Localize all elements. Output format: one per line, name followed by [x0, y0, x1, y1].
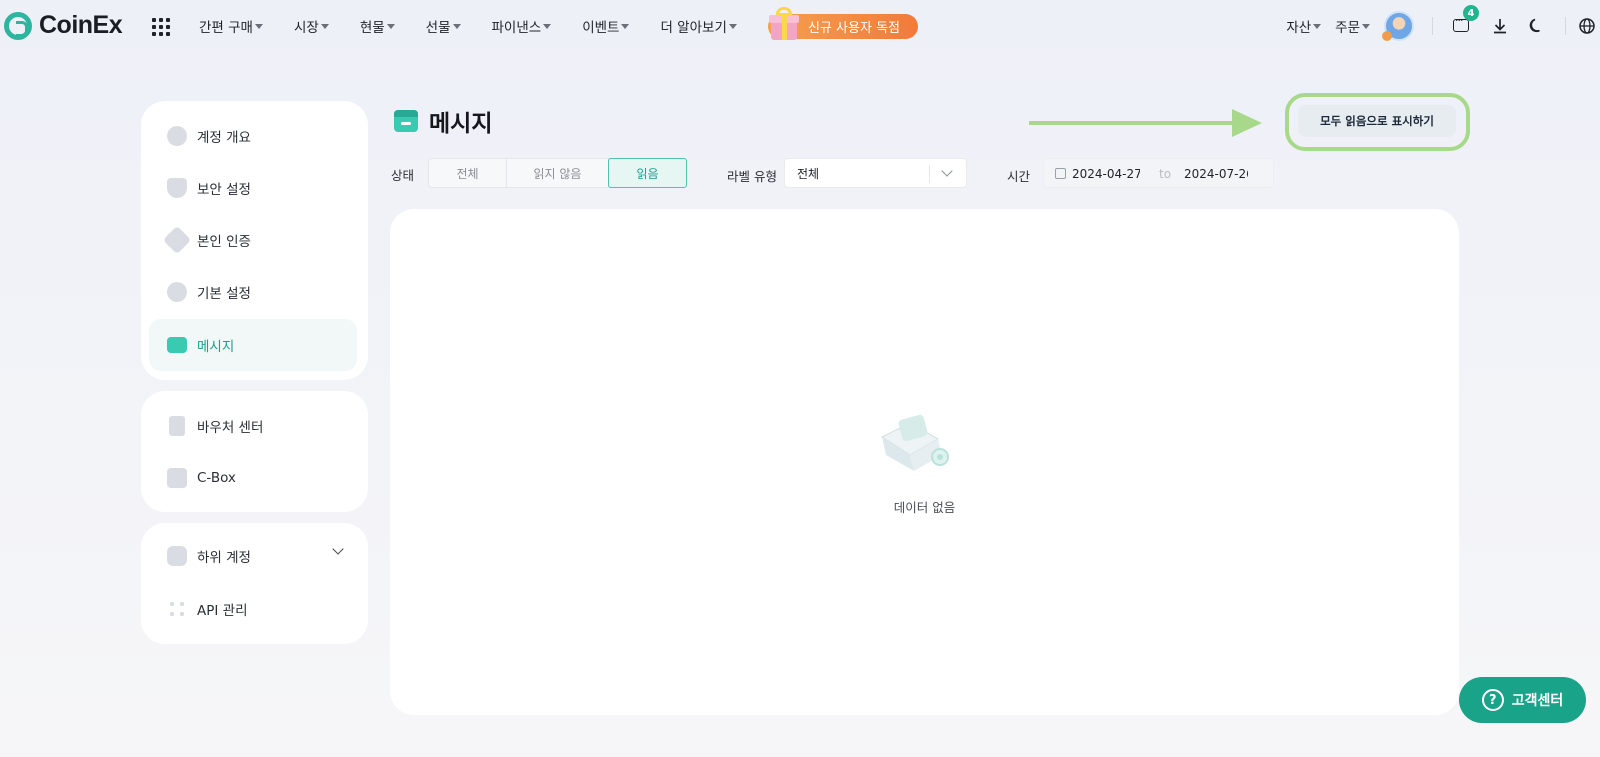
divider — [929, 165, 930, 183]
voucher-icon — [169, 416, 185, 436]
caret-down-icon — [543, 23, 552, 29]
nav-events[interactable]: 이벤트 — [582, 16, 630, 36]
calendar-icon — [1055, 168, 1066, 179]
divider — [1432, 17, 1433, 35]
pie-chart-icon — [167, 126, 187, 146]
sidebar-item-voucher-center[interactable]: 바우처 센터 — [167, 416, 263, 436]
page-title: 메시지 — [429, 111, 493, 137]
apps-grid-icon[interactable] — [152, 18, 170, 36]
customer-support-button[interactable]: ? 고객센터 — [1459, 677, 1586, 723]
download-button[interactable] — [1491, 17, 1509, 35]
empty-state-illustration — [880, 414, 949, 471]
language-button[interactable] — [1578, 17, 1596, 35]
empty-state-text: 데이터 없음 — [893, 500, 956, 515]
caret-down-icon — [728, 23, 737, 29]
date-from-input[interactable]: 2024-04-27 — [1072, 167, 1140, 181]
status-filter-label: 상태 — [391, 168, 415, 183]
sidebar-item-security[interactable]: 보안 설정 — [167, 178, 251, 198]
label-type-label: 라벨 유형 — [727, 169, 777, 184]
nav-spot[interactable]: 현물 — [360, 16, 395, 36]
annotation-arrow-head — [1232, 109, 1262, 137]
chevron-down-icon[interactable] — [332, 543, 344, 555]
sidebar-item-messages[interactable]: 메시지 — [149, 319, 357, 371]
status-tab-unread[interactable]: 읽지 않음 — [507, 159, 609, 187]
sidebar-item-account-overview[interactable]: 계정 개요 — [167, 126, 251, 146]
mark-all-read-button[interactable]: 모두 읽음으로 표시하기 — [1298, 105, 1456, 137]
caret-down-icon — [1362, 23, 1370, 29]
sidebar-account-group: 계정 개요 보안 설정 본인 인증 기본 설정 메시지 — [141, 101, 368, 380]
chat-icon — [1453, 14, 1469, 32]
help-icon: ? — [1481, 689, 1504, 711]
messages-button[interactable]: 4 — [1453, 5, 1479, 35]
date-to-input[interactable]: 2024-07-26 — [1184, 167, 1248, 181]
nav-futures[interactable]: 선물 — [426, 16, 461, 36]
date-range-separator: to — [1159, 167, 1172, 181]
caret-down-icon — [621, 23, 630, 29]
date-range-picker[interactable]: 2024-04-27 to 2024-07-26 — [1043, 158, 1274, 188]
message-icon — [167, 337, 187, 353]
download-icon — [1494, 19, 1506, 34]
divider — [1565, 17, 1566, 35]
nav-quick-buy[interactable]: 간편 구매 — [199, 16, 263, 36]
header-right: 자산 주문 4 — [1286, 0, 1600, 52]
sidebar-developer-group: 하위 계정 API 관리 — [141, 523, 368, 644]
sidebar-item-preferences[interactable]: 기본 설정 — [167, 282, 251, 302]
caret-down-icon — [320, 23, 329, 29]
nav-markets[interactable]: 시장 — [294, 16, 329, 36]
id-icon — [162, 225, 192, 255]
caret-down-icon — [1313, 23, 1322, 29]
caret-down-icon — [254, 23, 263, 29]
status-tab-all[interactable]: 전체 — [429, 159, 507, 187]
time-filter-label: 시간 — [1007, 169, 1031, 184]
coinex-logo-icon — [4, 11, 32, 40]
theme-toggle-button[interactable] — [1527, 17, 1545, 35]
nav-finance[interactable]: 파이낸스 — [492, 16, 552, 36]
chevron-down-icon — [941, 165, 953, 177]
assets-menu[interactable]: 자산 — [1286, 16, 1322, 36]
notification-badge: 4 — [1463, 5, 1479, 21]
gift-icon — [768, 6, 800, 40]
nav-learn-more[interactable]: 더 알아보기 — [660, 16, 737, 36]
api-icon — [167, 599, 187, 619]
sidebar-rewards-group: 바우처 센터 C-Box — [141, 391, 368, 512]
sidebar-item-cbox[interactable]: C-Box — [167, 468, 236, 488]
orders-menu[interactable]: 주문 — [1335, 16, 1370, 36]
sidebar-item-subaccounts[interactable]: 하위 계정 — [167, 546, 251, 566]
moon-icon — [1529, 18, 1540, 33]
globe-icon — [1579, 18, 1595, 34]
annotation-arrow-line — [1029, 121, 1234, 125]
label-type-select[interactable]: 전체 — [784, 158, 967, 188]
brand-name: CoinEx — [39, 11, 123, 39]
message-icon — [394, 110, 418, 132]
status-segmented-control: 전체 읽지 않음 읽음 — [428, 158, 687, 188]
box-icon — [167, 468, 187, 488]
sidebar-item-identity[interactable]: 본인 인증 — [162, 225, 251, 255]
subaccount-icon — [167, 546, 187, 566]
page-header: 메시지 — [394, 104, 492, 138]
shield-icon — [167, 178, 187, 198]
label-type-value: 전체 — [797, 166, 820, 181]
message-list-panel: 데이터 없음 — [390, 209, 1459, 715]
top-navbar: CoinEx 간편 구매 시장 현물 선물 파이낸스 이벤트 더 알아보기 신규… — [0, 0, 1600, 52]
user-avatar[interactable] — [1382, 11, 1414, 41]
main-nav: 간편 구매 시장 현물 선물 파이낸스 이벤트 더 알아보기 — [199, 0, 768, 52]
settings-icon — [167, 282, 187, 302]
sidebar-item-api-management[interactable]: API 관리 — [167, 599, 248, 619]
coinex-logo[interactable]: CoinEx — [4, 11, 123, 40]
caret-down-icon — [386, 23, 395, 29]
status-tab-read[interactable]: 읽음 — [608, 158, 687, 188]
caret-down-icon — [452, 23, 461, 29]
